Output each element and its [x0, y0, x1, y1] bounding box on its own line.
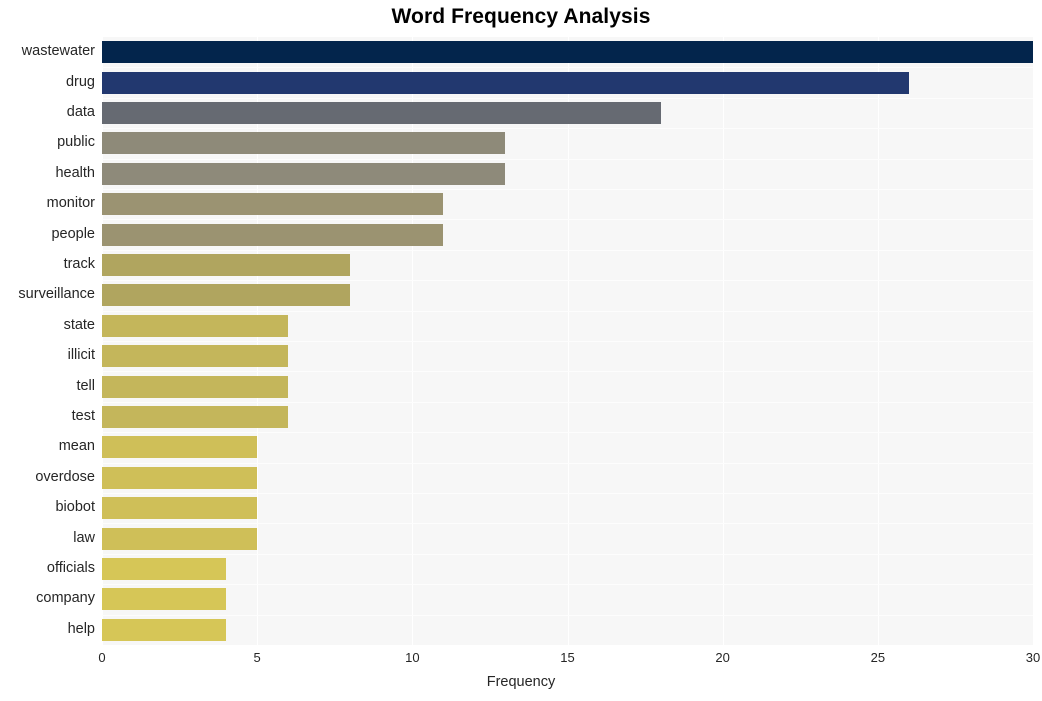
bar	[102, 618, 227, 641]
y-axis-tick-label: data	[66, 104, 95, 120]
chart-title: Word Frequency Analysis	[391, 5, 651, 28]
gridline-horizontal	[102, 432, 1033, 434]
gridline-horizontal	[102, 67, 1033, 69]
bar	[102, 102, 661, 124]
y-axis-tick-label: law	[73, 529, 95, 546]
gridline-horizontal	[102, 523, 1033, 525]
x-axis-tick-label: 0	[98, 650, 106, 665]
gridline-horizontal	[102, 189, 1033, 190]
bar	[102, 466, 258, 489]
bar	[102, 558, 227, 580]
y-axis-tick-label: state	[63, 316, 95, 333]
bar	[102, 162, 506, 185]
bar	[102, 41, 1033, 64]
bar	[102, 132, 506, 155]
y-axis-tick-label: mean	[58, 438, 95, 455]
word-frequency-chart: Word Frequency Analysis wastewater drug da…	[0, 0, 1042, 701]
x-axis-tick-label: 20	[715, 650, 730, 665]
y-axis-tick-label: wastewater	[21, 43, 95, 60]
gridline-horizontal	[102, 584, 1033, 586]
x-axis-tick-label: 25	[870, 650, 886, 665]
y-axis-tick-label: biobot	[55, 499, 95, 516]
gridline-horizontal	[102, 158, 1033, 160]
y-axis-tick-label: track	[63, 256, 95, 272]
x-axis-tick-label: 5	[253, 650, 261, 665]
y-axis-tick-label: officials	[46, 560, 95, 576]
y-axis-tick-label: company	[36, 590, 95, 607]
y-axis-tick-label: overdose	[35, 468, 95, 485]
y-axis-tick-label: help	[67, 620, 95, 637]
gridline-vertical	[1033, 37, 1034, 645]
gridline-horizontal	[102, 614, 1033, 616]
bar	[102, 345, 289, 368]
x-axis-tick-label: 15	[560, 650, 575, 665]
bar	[102, 71, 909, 94]
gridline-horizontal	[102, 280, 1033, 282]
gridline-horizontal	[102, 128, 1033, 130]
bar	[102, 223, 444, 246]
x-axis-label: Frequency	[486, 674, 556, 690]
gridline-horizontal	[102, 371, 1033, 373]
x-axis-tick-label: 30	[1025, 650, 1041, 665]
gridline-horizontal	[102, 341, 1033, 342]
y-axis-tick-label: health	[55, 164, 95, 181]
bar	[102, 314, 289, 337]
x-axis-tick-label: 10	[405, 650, 420, 665]
gridline-horizontal	[102, 249, 1033, 251]
y-axis-tick-label: illicit	[67, 347, 95, 364]
y-axis-tick-label: surveillance	[18, 286, 95, 303]
bar	[102, 375, 289, 398]
bar	[102, 254, 351, 276]
gridline-horizontal	[102, 553, 1033, 555]
gridline-horizontal	[102, 493, 1033, 494]
gridline-horizontal	[102, 310, 1033, 312]
y-axis-tick-label: test	[71, 408, 95, 424]
y-axis-tick-label: drug	[65, 73, 95, 90]
gridline-horizontal	[102, 462, 1033, 464]
bar	[102, 436, 258, 459]
bar	[102, 527, 258, 550]
bar	[102, 588, 227, 611]
y-axis-tick-label: tell	[76, 377, 95, 394]
gridline-horizontal	[102, 401, 1033, 403]
bar	[102, 193, 444, 216]
gridline-horizontal	[102, 97, 1033, 99]
bar	[102, 284, 351, 307]
y-axis-tick-label: public	[57, 134, 95, 151]
y-axis-tick-label: monitor	[46, 195, 95, 212]
gridline-horizontal	[102, 219, 1033, 221]
y-axis-tick-label: people	[51, 225, 95, 242]
bar	[102, 497, 258, 520]
bar	[102, 406, 289, 428]
plot-area	[102, 37, 1034, 645]
